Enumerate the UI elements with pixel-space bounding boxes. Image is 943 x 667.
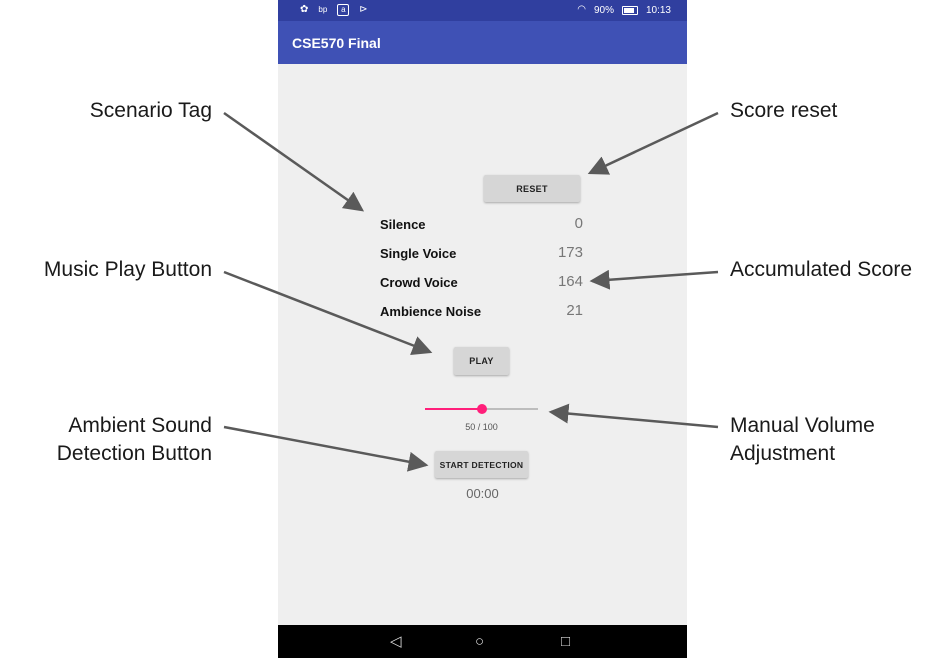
- back-icon[interactable]: ◁: [390, 634, 402, 649]
- score-value-ambience-noise: 21: [566, 302, 583, 319]
- callout-ambient-detection: Ambient Sound Detection Button: [10, 412, 212, 468]
- gear-icon: ✿: [300, 4, 309, 15]
- callout-ambient-line1: Ambient Sound: [68, 414, 212, 437]
- callout-score-reset: Score reset: [730, 97, 837, 125]
- volume-slider-fill: [425, 408, 482, 410]
- callout-score-reset-text: Score reset: [730, 99, 838, 122]
- start-detection-button[interactable]: START DETECTION: [435, 451, 528, 478]
- callout-accumulated-score-text: Accumulated Score: [730, 258, 913, 281]
- sim-icon: a: [337, 4, 350, 16]
- battery-percent: 90%: [593, 4, 614, 16]
- status-time: 10:13: [645, 4, 671, 16]
- play-button[interactable]: PLAY: [454, 347, 509, 375]
- app-title: CSE570 Final: [292, 35, 381, 51]
- volume-slider[interactable]: [425, 404, 538, 414]
- callout-music-play-text: Music Play Button: [43, 258, 212, 281]
- score-value-crowd-voice: 164: [557, 273, 583, 290]
- callout-music-play: Music Play Button: [10, 256, 212, 284]
- home-icon[interactable]: ○: [475, 634, 484, 649]
- volume-readout: 50 / 100: [465, 422, 498, 432]
- score-label-ambience-noise: Ambience Noise: [380, 304, 482, 319]
- reset-button[interactable]: RESET: [484, 175, 580, 202]
- battery-icon: [621, 5, 638, 15]
- status-bar-left: ✿ bp a ⊳: [300, 4, 368, 16]
- app-bar: CSE570 Final: [278, 21, 687, 64]
- status-bar-right: ◠ 90% 10:13: [577, 4, 671, 16]
- callout-scenario-tag: Scenario Tag: [60, 97, 212, 125]
- play-icon: ⊳: [359, 4, 368, 15]
- recents-icon[interactable]: □: [561, 634, 570, 649]
- callout-accumulated-score: Accumulated Score: [730, 256, 912, 284]
- callout-volume-line1: Manual Volume: [730, 414, 875, 437]
- wifi-icon: ◠: [577, 4, 586, 15]
- callout-volume-adjustment: Manual Volume Adjustment: [730, 412, 875, 468]
- nav-bar: ◁ ○ □: [278, 625, 687, 658]
- score-value-single-voice: 173: [557, 244, 583, 261]
- score-value-silence: 0: [574, 215, 583, 232]
- phone-screen: ✿ bp a ⊳ ◠ 90% 10:13 CSE570 Final RESET …: [278, 0, 687, 658]
- volume-slider-thumb[interactable]: [476, 404, 487, 414]
- score-label-silence: Silence: [380, 217, 426, 232]
- callout-ambient-line2: Detection Button: [56, 442, 212, 465]
- score-label-single-voice: Single Voice: [380, 246, 457, 261]
- app-icon: bp: [318, 5, 328, 14]
- status-bar: ✿ bp a ⊳ ◠ 90% 10:13: [278, 0, 687, 21]
- callout-scenario-tag-text: Scenario Tag: [89, 99, 212, 122]
- detection-timer: 00:00: [466, 486, 499, 501]
- callout-volume-line2: Adjustment: [730, 442, 836, 465]
- score-label-crowd-voice: Crowd Voice: [380, 275, 458, 290]
